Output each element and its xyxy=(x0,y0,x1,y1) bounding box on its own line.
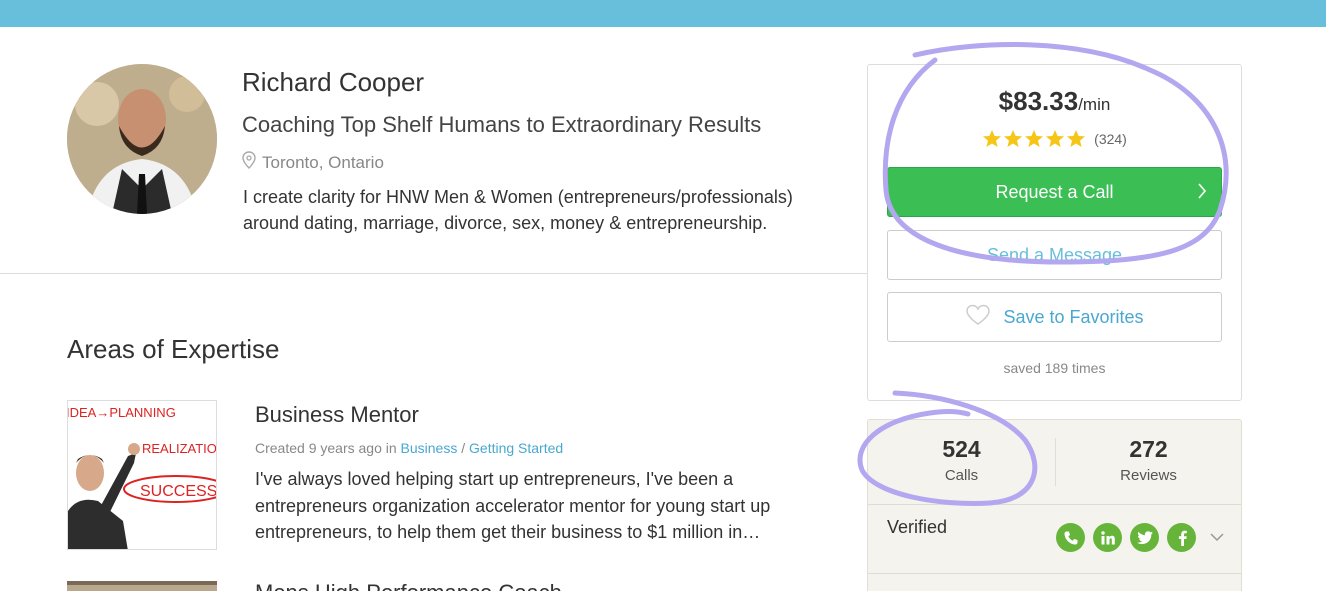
stats-divider xyxy=(868,504,1241,505)
category-separator: / xyxy=(457,440,470,456)
profile-location: Toronto, Ontario xyxy=(242,151,384,174)
save-favorites-label: Save to Favorites xyxy=(1003,306,1144,327)
profile-bio: I create clarity for HNW Men & Women (en… xyxy=(243,184,843,236)
linkedin-icon xyxy=(1093,523,1122,552)
expertise-description: I've always loved helping start up entre… xyxy=(255,466,815,546)
star-icon xyxy=(983,130,1002,147)
image-text-line3: SUCCESS xyxy=(140,483,217,500)
expertise-meta: Created 9 years ago in Business / Gettin… xyxy=(255,440,563,456)
stat-reviews[interactable]: 272 Reviews xyxy=(1055,436,1242,484)
expertise-image[interactable] xyxy=(67,581,217,591)
top-bar xyxy=(0,0,1326,27)
bio-line: I create clarity for HNW Men & Women (en… xyxy=(243,187,793,207)
location-text: Toronto, Ontario xyxy=(262,152,384,172)
reviews-label: Reviews xyxy=(1120,467,1177,484)
star-icon xyxy=(1004,130,1023,147)
chevron-down-icon[interactable] xyxy=(1210,529,1224,547)
verified-icons xyxy=(1056,523,1224,552)
calls-count: 524 xyxy=(942,436,981,462)
rating[interactable]: (324) xyxy=(868,129,1241,149)
send-message-label: Send a Message xyxy=(986,244,1123,265)
twitter-icon xyxy=(1130,523,1159,552)
star-rating xyxy=(982,129,1086,149)
heart-icon xyxy=(965,304,991,331)
verified-label: Verified xyxy=(887,517,948,537)
bio-line: around dating, marriage, divorce, sex, m… xyxy=(243,213,768,233)
image-text-line2: REALIZATION xyxy=(142,441,217,456)
profile-tagline: Coaching Top Shelf Humans to Extraordina… xyxy=(242,112,762,137)
avatar xyxy=(67,64,217,214)
pricing-card: $83.33/min (324) Request a Call Send a M… xyxy=(867,64,1242,401)
expertise-title[interactable]: Business Mentor xyxy=(255,402,419,428)
facebook-icon xyxy=(1167,523,1196,552)
expertise-title[interactable]: Mens High Performance Coach xyxy=(255,580,562,591)
phone-icon xyxy=(1056,523,1085,552)
reviews-count: 272 xyxy=(1129,436,1168,462)
profile-name: Richard Cooper xyxy=(242,67,425,97)
expertise-image[interactable]: IDEA→PLANNING REALIZATION SUCCESS xyxy=(67,400,217,550)
star-icon xyxy=(1067,130,1086,147)
send-message-button[interactable]: Send a Message xyxy=(887,230,1222,280)
description-line: I've always loved helping start up entre… xyxy=(255,469,734,489)
price-amount: $83.33 xyxy=(998,86,1079,116)
image-text-line1: IDEA→PLANNING xyxy=(68,405,176,420)
price: $83.33/min xyxy=(868,86,1241,117)
price-unit: /min xyxy=(1078,95,1111,114)
stat-calls: 524 Calls xyxy=(868,436,1055,484)
star-icon xyxy=(1046,130,1065,147)
request-call-label: Request a Call xyxy=(995,181,1114,202)
stats-panel: 524 Calls 272 Reviews Verified xyxy=(867,419,1242,591)
chevron-right-icon xyxy=(1197,182,1207,205)
rating-count: (324) xyxy=(1094,131,1127,147)
subcategory-link[interactable]: Getting Started xyxy=(469,440,563,456)
map-pin-icon xyxy=(242,151,256,174)
star-icon xyxy=(1025,130,1044,147)
section-divider xyxy=(0,273,867,274)
expertise-section-title: Areas of Expertise xyxy=(67,334,280,364)
description-line: entrepreneurs, to help them get their bu… xyxy=(255,522,761,542)
calls-label: Calls xyxy=(944,467,979,484)
expertise-created: Created 9 years ago in xyxy=(255,440,397,456)
description-line: entrepreneurs organization accelerator m… xyxy=(255,495,771,516)
save-favorites-button[interactable]: Save to Favorites xyxy=(887,292,1222,342)
category-link[interactable]: Business xyxy=(401,440,458,456)
stats-divider xyxy=(868,573,1241,574)
request-call-button[interactable]: Request a Call xyxy=(887,167,1222,217)
saved-count: saved 189 times xyxy=(1003,360,1106,376)
